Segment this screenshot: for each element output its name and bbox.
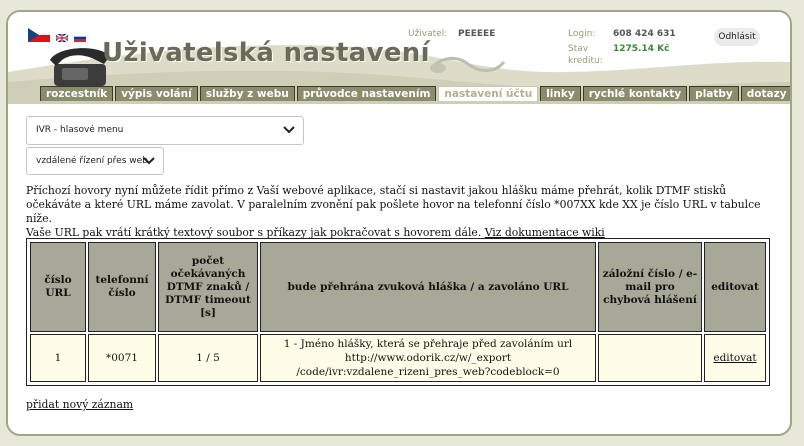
tab-dotazy[interactable]: dotazy [740, 86, 790, 101]
cell-url-part-2: /code/ivr:vzdalene_rizeni_pres_web?codeb… [296, 366, 560, 378]
header-dtmf: počet očekávaných DTMF znaků / DTMF time… [158, 242, 258, 332]
cell-phone-number: *0071 [88, 334, 156, 382]
tab-platby[interactable]: platby [689, 86, 739, 101]
cell-url-part-1: http://www.odorik.cz/w/_export [344, 352, 512, 364]
header-edit: editovat [704, 242, 766, 332]
chevron-down-icon [283, 126, 295, 134]
handset-icon [430, 57, 506, 73]
page-frame: Uživatelská nastavení Uživatel: PEEEEE L… [6, 10, 792, 436]
credit-value: 1275.14 Kč [613, 44, 670, 54]
header-sound-url: bude přehrána zvuková hláška / a zavolán… [260, 242, 596, 332]
cell-sound-name: 1 - Jméno hlášky, která se přehraje před… [283, 338, 573, 350]
add-record-link[interactable]: přidat nový záznam [26, 398, 133, 411]
tab-sluzby-z-webu[interactable]: služby z webu [199, 86, 295, 101]
page-title: Uživatelská nastavení [102, 38, 430, 68]
table-header-row: číslo URL telefonní číslo počet očekávan… [30, 242, 766, 332]
tab-nastaveni-uctu[interactable]: nastavení účtu [438, 86, 539, 101]
user-value: PEEEEE [458, 29, 496, 39]
description-text: Příchozí hovory nyní můžete řídit přímo … [26, 184, 770, 240]
tab-linky[interactable]: linky [540, 86, 581, 101]
header-url-number: číslo URL [30, 242, 86, 332]
description-line-1: Příchozí hovory nyní můžete řídit přímo … [26, 184, 761, 225]
cell-sound-url: 1 - Jméno hlášky, která se přehraje před… [260, 334, 596, 382]
tab-rychle-kontakty[interactable]: rychlé kontakty [582, 86, 688, 101]
cell-edit: editovat [704, 334, 766, 382]
url-table: číslo URL telefonní číslo počet očekávan… [28, 240, 768, 384]
remote-control-select-value: vzdálené řízení přes web [36, 156, 148, 166]
remote-control-select[interactable]: vzdálené řízení přes web [26, 147, 164, 175]
login-value: 608 424 631 [613, 29, 676, 39]
tab-vypis-volani[interactable]: výpis volání [115, 86, 198, 101]
logout-button[interactable]: Odhlásit [714, 28, 760, 46]
url-table-container: číslo URL telefonní číslo počet očekávan… [26, 238, 770, 386]
cell-url-number: 1 [30, 334, 86, 382]
main-navigation: rozcestník výpis volání služby z webu pr… [40, 86, 790, 102]
header-banner: Uživatelská nastavení Uživatel: PEEEEE L… [8, 12, 790, 104]
edit-link[interactable]: editovat [713, 352, 756, 364]
cell-dtmf: 1 / 5 [158, 334, 258, 382]
cell-backup-contact [598, 334, 702, 382]
tab-pruvodce-nastavenim[interactable]: průvodce nastavením [296, 86, 437, 101]
tab-rozcestnik[interactable]: rozcestník [40, 86, 114, 101]
chevron-down-icon [143, 157, 155, 165]
header-phone-number: telefonní číslo [88, 242, 156, 332]
table-row: 1 *0071 1 / 5 1 - Jméno hlášky, která se… [30, 334, 766, 382]
ivr-select-value: IVR - hlasové menu [36, 125, 124, 135]
ivr-select[interactable]: IVR - hlasové menu [26, 116, 304, 145]
login-label: Login: [568, 29, 596, 39]
credit-label: Stav kreditu: [568, 44, 603, 66]
header-backup-contact: záložní číslo / e-mail pro chybová hláše… [598, 242, 702, 332]
user-label: Uživatel: [408, 29, 448, 39]
flag-czech-icon[interactable] [28, 27, 50, 46]
